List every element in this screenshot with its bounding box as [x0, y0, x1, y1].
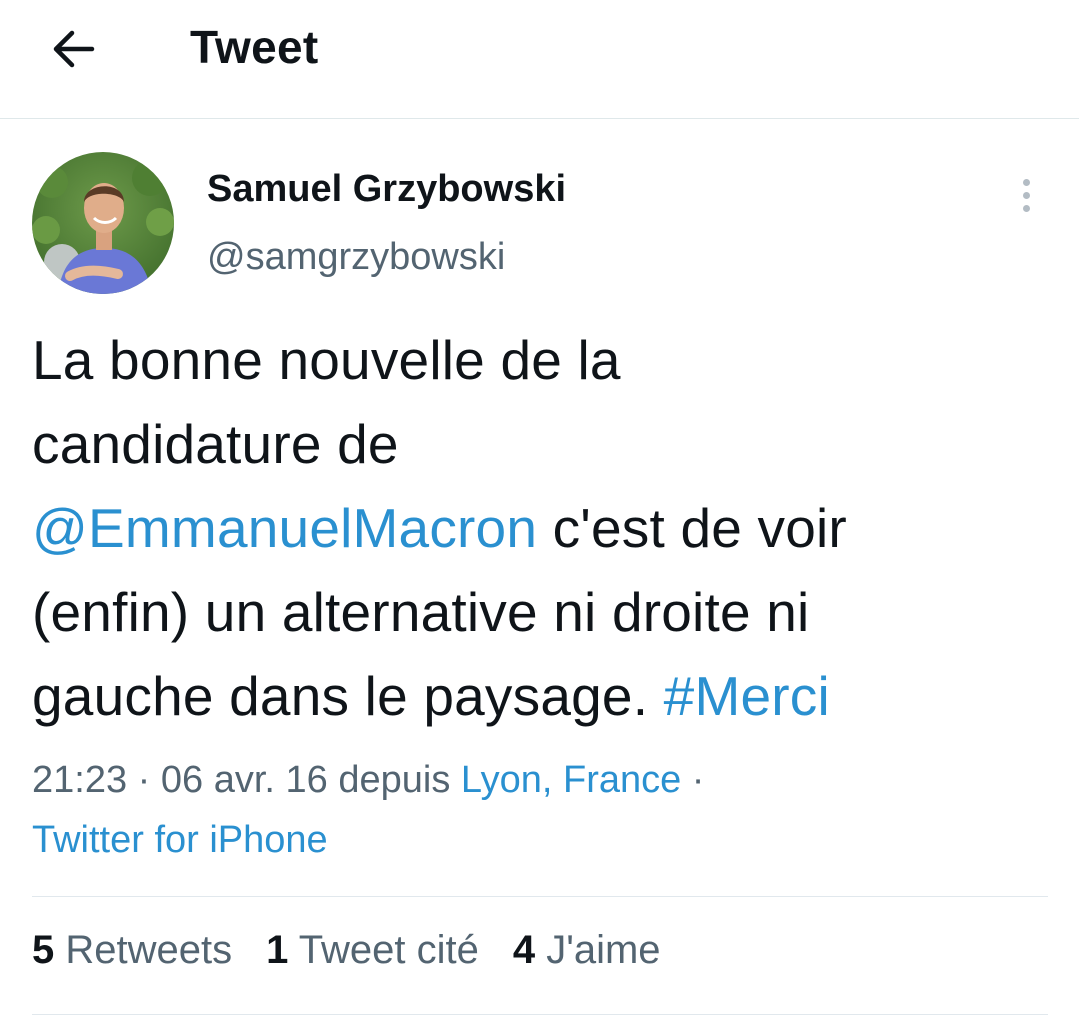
back-button[interactable]: [46, 22, 100, 76]
quote-tweets-stat[interactable]: 1 Tweet cité: [266, 928, 479, 973]
meta-separator: ·: [681, 759, 705, 801]
location-link[interactable]: Lyon, France: [461, 759, 681, 801]
tweet-line: La bonne nouvelle de la: [32, 329, 621, 391]
retweets-label: Retweets: [54, 928, 233, 972]
page-title: Tweet: [190, 21, 319, 73]
more-dots-icon: [1022, 178, 1030, 186]
more-dot: [1022, 191, 1030, 199]
tweet-time[interactable]: 21:23: [32, 759, 127, 801]
tweet-metadata: 21:23 · 06 avr. 16 depuis Lyon, France ·…: [32, 750, 704, 870]
quote-tweets-count: 1: [266, 928, 289, 972]
tweet-line: gauche dans le paysage. #Merci: [32, 654, 1042, 738]
mention-link[interactable]: @EmmanuelMacron: [32, 497, 537, 559]
meta-separator: ·: [127, 759, 161, 801]
arrow-left-icon: [53, 30, 95, 68]
divider: [32, 1014, 1048, 1015]
divider: [32, 896, 1048, 897]
avatar-photo: [32, 152, 174, 294]
more-dot: [1022, 204, 1030, 212]
tweet-text-fragment: gauche dans le paysage.: [32, 665, 664, 727]
tweet-date[interactable]: 06 avr. 16: [161, 759, 328, 801]
retweets-count: 5: [32, 928, 55, 972]
author-display-name[interactable]: Samuel Grzybowski: [207, 168, 566, 211]
hashtag-link[interactable]: #Merci: [664, 665, 830, 727]
meta-via: depuis: [327, 759, 461, 801]
top-bar: Tweet: [0, 0, 1079, 119]
tweet-text: La bonne nouvelle de la candidature de @…: [32, 318, 1042, 738]
tweet-line: (enfin) un alternative ni droite ni: [32, 581, 810, 643]
likes-count: 4: [512, 928, 536, 972]
engagement-stats: 5 Retweets 1 Tweet cité 4 J'aime: [32, 928, 661, 973]
tweet-line: candidature de: [32, 413, 399, 475]
likes-label: J'aime: [535, 928, 661, 972]
tweet-text-fragment: c'est de voir: [537, 497, 847, 559]
quote-tweets-label: Tweet cité: [288, 928, 479, 972]
avatar[interactable]: [32, 152, 174, 294]
likes-stat[interactable]: 4 J'aime: [513, 928, 661, 973]
retweets-stat[interactable]: 5 Retweets: [32, 928, 232, 973]
tweet-line: @EmmanuelMacron c'est de voir: [32, 486, 1042, 570]
meta-line: 21:23 · 06 avr. 16 depuis Lyon, France ·: [32, 750, 704, 810]
source-link[interactable]: Twitter for iPhone: [32, 810, 704, 870]
more-options-button[interactable]: [1006, 170, 1046, 220]
author-handle[interactable]: @samgrzybowski: [207, 236, 505, 279]
